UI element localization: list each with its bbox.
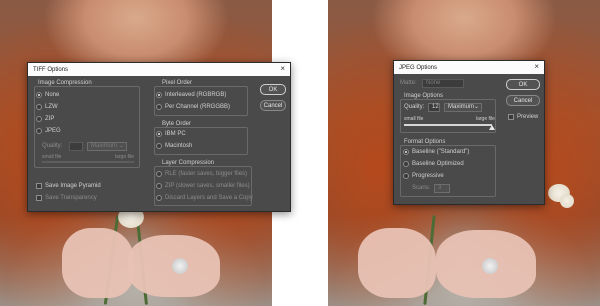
- format-baseline-optimized-label: Baseline Optimized: [412, 161, 464, 167]
- format-progressive-radio[interactable]: [403, 173, 409, 179]
- compression-none-label: None: [45, 92, 60, 98]
- compression-lzw-label: LZW: [45, 104, 58, 110]
- save-transparency-checkbox[interactable]: [36, 195, 42, 201]
- layer-discard-radio[interactable]: [156, 195, 162, 201]
- compression-none-radio[interactable]: [36, 92, 42, 98]
- dialog-titlebar[interactable]: JPEG Options ×: [394, 61, 544, 74]
- format-progressive-label: Progressive: [412, 173, 444, 179]
- ring: [482, 258, 498, 274]
- large-file-label: large file: [476, 116, 495, 122]
- compression-zip-radio[interactable]: [36, 116, 42, 122]
- cancel-button[interactable]: Cancel: [506, 95, 540, 106]
- byte-order-ibm-radio[interactable]: [156, 131, 162, 137]
- ring: [172, 258, 188, 274]
- ok-button[interactable]: OK: [506, 79, 540, 90]
- compression-zip-label: ZIP: [45, 116, 55, 122]
- small-file-label: small file: [404, 116, 424, 122]
- hand: [358, 228, 436, 298]
- quality-select-value: Maximum: [448, 104, 475, 110]
- preview-label: Preview: [517, 114, 539, 120]
- quality-input[interactable]: [69, 142, 83, 151]
- dialog-title: JPEG Options: [399, 64, 438, 71]
- pixel-order-interleaved-label: Interleaved (RGBRGB): [165, 92, 227, 98]
- quality-slider[interactable]: [404, 124, 492, 126]
- save-image-pyramid-checkbox[interactable]: [36, 183, 42, 189]
- small-file-label: small file: [42, 154, 62, 160]
- quality-select-value: Maximum: [91, 143, 118, 149]
- ok-button[interactable]: OK: [260, 84, 286, 95]
- layer-rle-label: RLE (faster saves, bigger files): [165, 171, 248, 177]
- layer-rle-radio[interactable]: [156, 171, 162, 177]
- byte-order-ibm-label: IBM PC: [165, 131, 186, 137]
- format-baseline-optimized-radio[interactable]: [403, 161, 409, 167]
- large-file-label: large file: [115, 154, 134, 160]
- quality-label: Quality:: [404, 104, 425, 110]
- preview-checkbox[interactable]: [508, 114, 514, 120]
- format-baseline-standard-label: Baseline ("Standard"): [412, 149, 470, 155]
- pixel-order-interleaved-radio[interactable]: [156, 92, 162, 98]
- quality-select[interactable]: Maximum ⌄: [87, 142, 127, 151]
- quality-input[interactable]: 12: [428, 103, 440, 112]
- quality-label: Quality:: [42, 143, 63, 149]
- save-transparency-label: Save Transparency: [45, 195, 97, 201]
- byte-order-mac-label: Macintosh: [165, 143, 193, 149]
- layer-zip-radio[interactable]: [156, 183, 162, 189]
- pixel-order-per-channel-radio[interactable]: [156, 104, 162, 110]
- compression-jpeg-label: JPEG: [45, 128, 61, 134]
- chevron-down-icon: ⌄: [118, 143, 124, 149]
- dialog-title: TIFF Options: [33, 66, 69, 73]
- compression-jpeg-radio[interactable]: [36, 128, 42, 134]
- close-icon[interactable]: ×: [534, 63, 539, 71]
- compression-lzw-radio[interactable]: [36, 104, 42, 110]
- format-baseline-standard-radio[interactable]: [403, 149, 409, 155]
- matte-select-value: None: [426, 80, 441, 86]
- scans-select-value: 3: [438, 185, 442, 191]
- byte-order-mac-radio[interactable]: [156, 143, 162, 149]
- quality-slider-thumb[interactable]: [489, 125, 495, 130]
- jpeg-options-dialog: JPEG Options × Matte: None Image Options…: [393, 60, 545, 205]
- chevron-down-icon: ⌄: [473, 104, 479, 110]
- quality-select[interactable]: Maximum ⌄: [444, 103, 482, 112]
- close-icon[interactable]: ×: [280, 65, 285, 73]
- matte-label: Matte:: [400, 80, 417, 86]
- hand: [62, 228, 134, 298]
- dialog-titlebar[interactable]: TIFF Options ×: [28, 63, 290, 76]
- save-image-pyramid-label: Save Image Pyramid: [45, 183, 101, 189]
- layer-zip-label: ZIP (slower saves, smaller files): [165, 183, 250, 189]
- matte-select[interactable]: None: [422, 79, 464, 88]
- scans-select[interactable]: 3: [434, 184, 450, 193]
- tiff-options-dialog: TIFF Options × Image Compression None LZ…: [27, 62, 291, 212]
- flower: [560, 194, 574, 208]
- quality-slider[interactable]: [42, 161, 134, 163]
- layer-discard-label: Discard Layers and Save a Copy: [165, 195, 253, 201]
- scans-label: Scans:: [412, 185, 431, 191]
- quality-slider-fill: [404, 124, 492, 126]
- cancel-button[interactable]: Cancel: [260, 100, 286, 111]
- pixel-order-group: [154, 86, 248, 116]
- pixel-order-per-channel-label: Per Channel (RRGGBB): [165, 104, 231, 110]
